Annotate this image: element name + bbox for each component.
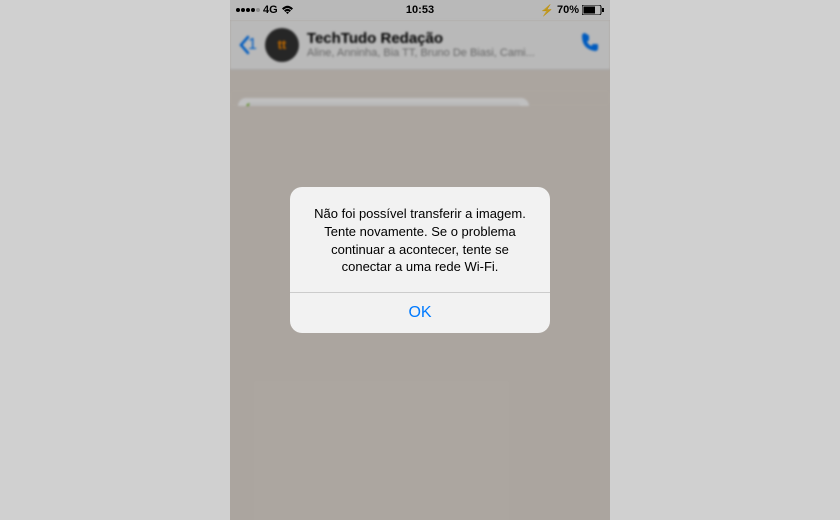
phone-screen: 4G 10:53 ⚡ 70% 1 tt TechTudo Redação Ali… [230, 0, 610, 520]
alert-ok-button[interactable]: OK [290, 293, 550, 333]
modal-overlay: Não foi possível transferir a imagem. Te… [230, 0, 610, 520]
alert-message: Não foi possível transferir a imagem. Te… [290, 187, 550, 291]
alert-dialog: Não foi possível transferir a imagem. Te… [290, 187, 550, 332]
